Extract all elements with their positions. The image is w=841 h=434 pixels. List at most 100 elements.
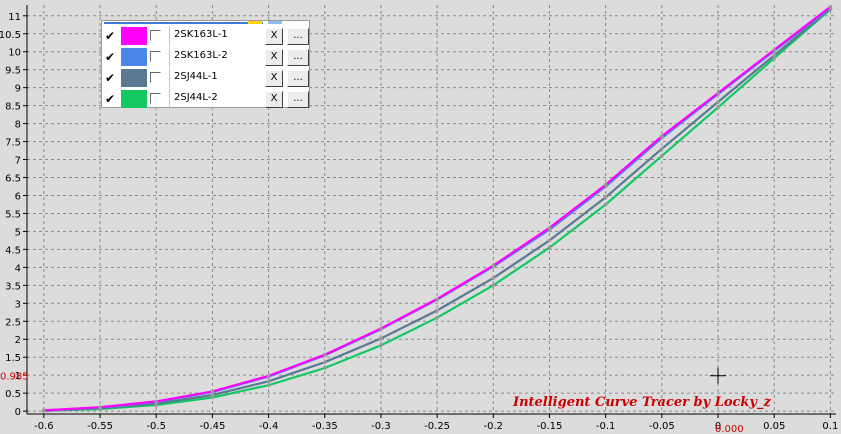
legend-header-bar: [104, 22, 263, 24]
data-point: [266, 374, 271, 378]
x-tick-label: 0.05: [763, 421, 785, 432]
data-point: [379, 336, 383, 341]
color-swatch[interactable]: [121, 27, 147, 45]
data-point: [660, 146, 664, 151]
visibility-checkbox[interactable]: ✔: [105, 51, 117, 63]
data-point: [435, 308, 439, 313]
y-tick-label: 9: [15, 84, 21, 95]
y-tick-label: 5.5: [5, 209, 21, 220]
data-point: [266, 383, 271, 388]
y-tick-label: 5: [15, 227, 21, 238]
data-point: [322, 366, 327, 370]
visibility-checkbox[interactable]: ✔: [105, 30, 117, 42]
legend-row-2sj44l-1: ✔ 2SJ44L-1 X ...: [102, 67, 311, 88]
data-point: [772, 48, 777, 52]
x-tick-label: -0.05: [649, 421, 675, 432]
color-swatch[interactable]: [121, 48, 147, 66]
y-tick-label: 0: [15, 407, 21, 418]
series-options-button[interactable]: ...: [287, 91, 309, 108]
color-swatch[interactable]: [121, 90, 147, 108]
data-point: [603, 182, 608, 187]
legend-panel: ✔ 2SK163L-1 X ... ✔ 2SK163L-2 X ... ✔ 2S…: [101, 20, 311, 109]
data-point: [379, 326, 383, 331]
y-tick-label: 6.5: [5, 174, 21, 185]
legend-header-mark: [248, 21, 262, 24]
data-point: [210, 389, 215, 394]
x-tick-label: -0.6: [34, 421, 54, 432]
remove-series-button[interactable]: X: [265, 49, 283, 66]
color-swatch[interactable]: [121, 69, 147, 87]
x-tick-label: -0.4: [259, 421, 279, 432]
x-tick-label: -0.35: [312, 421, 338, 432]
data-point: [435, 297, 439, 301]
data-point: [716, 91, 720, 95]
y-tick-label: 11: [8, 12, 21, 23]
x-tick-label: -0.3: [371, 421, 391, 432]
data-point: [42, 408, 46, 413]
name-separator: [169, 89, 170, 109]
remove-series-button[interactable]: X: [265, 91, 283, 108]
data-point: [603, 202, 608, 207]
data-point: [772, 53, 777, 58]
y-marker-label: 0.985: [0, 372, 29, 383]
legend-row-2sk163l-1: ✔ 2SK163L-1 X ...: [102, 25, 311, 46]
y-tick-label: 4.5: [5, 245, 21, 256]
name-separator: [169, 26, 170, 46]
y-tick-label: 8: [15, 120, 21, 131]
select-checkbox[interactable]: [150, 51, 161, 62]
y-tick-label: 2: [15, 335, 21, 346]
x-tick-label: -0.5: [146, 421, 166, 432]
x-tick-label: -0.55: [87, 421, 113, 432]
series-name: 2SK163L-2: [174, 50, 228, 61]
y-tick-label: 0.5: [5, 389, 21, 400]
select-checkbox[interactable]: [150, 30, 161, 41]
name-separator: [169, 47, 170, 67]
remove-series-button[interactable]: X: [265, 70, 283, 87]
data-point: [716, 105, 720, 110]
y-tick-label: 6: [15, 191, 21, 202]
series-options-button[interactable]: ...: [287, 28, 309, 45]
y-tick-label: 8.5: [5, 102, 21, 113]
y-tick-label: 10: [8, 48, 21, 59]
remove-series-button[interactable]: X: [265, 28, 283, 45]
y-tick-label: 2.5: [5, 317, 21, 328]
series-name: 2SK163L-1: [174, 29, 228, 40]
data-point: [491, 263, 496, 268]
x-tick-label: -0.1: [596, 421, 616, 432]
data-point: [603, 195, 608, 200]
data-point: [435, 315, 439, 320]
y-tick-label: 1.5: [5, 353, 21, 364]
series-name: 2SJ44L-2: [174, 92, 218, 103]
y-tick-label: 4: [15, 263, 21, 274]
data-point: [379, 343, 383, 348]
visibility-checkbox[interactable]: ✔: [105, 93, 117, 105]
series-options-button[interactable]: ...: [287, 70, 309, 87]
data-point: [660, 134, 664, 138]
y-tick-label: 3.5: [5, 281, 21, 292]
legend-header-mark: [268, 21, 282, 24]
x-tick-label: 0.1: [822, 421, 838, 432]
series-name: 2SJ44L-1: [174, 71, 218, 82]
visibility-checkbox[interactable]: ✔: [105, 72, 117, 84]
data-point: [547, 245, 552, 250]
data-point: [716, 100, 720, 104]
data-point: [154, 399, 159, 404]
select-checkbox[interactable]: [150, 72, 161, 83]
data-point: [828, 4, 833, 9]
y-tick-label: 9.5: [5, 66, 21, 77]
data-point: [322, 352, 327, 357]
x-tick-label: -0.45: [199, 421, 225, 432]
data-point: [491, 276, 496, 280]
x-tick-label: -0.2: [484, 421, 504, 432]
data-point: [98, 405, 102, 409]
data-point: [547, 238, 552, 243]
y-tick-label: 10.5: [0, 30, 21, 41]
x-tick-label: -0.15: [537, 421, 563, 432]
data-point: [322, 360, 327, 365]
series-options-button[interactable]: ...: [287, 49, 309, 66]
select-checkbox[interactable]: [150, 93, 161, 104]
y-tick-label: 7: [15, 156, 21, 167]
legend-row-2sj44l-2: ✔ 2SJ44L-2 X ...: [102, 88, 311, 109]
legend-row-2sk163l-2: ✔ 2SK163L-2 X ...: [102, 46, 311, 67]
y-tick-label: 3: [15, 299, 21, 310]
